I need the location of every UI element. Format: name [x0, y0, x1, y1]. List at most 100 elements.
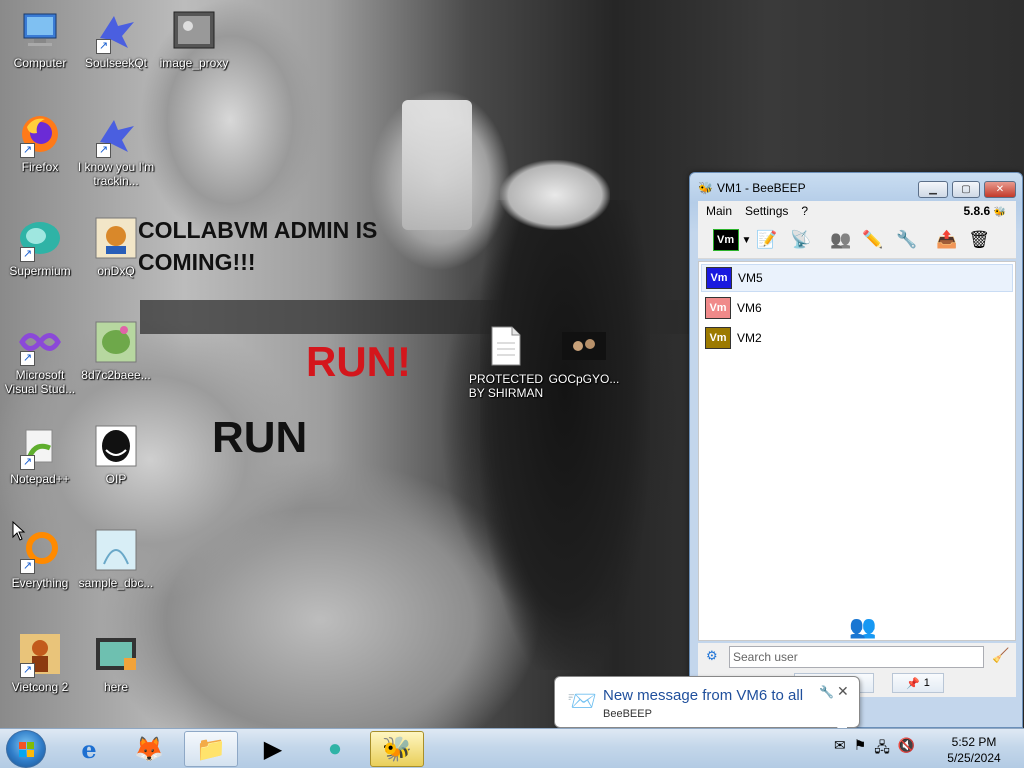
user-name: VM5 [738, 271, 763, 285]
user-row-vm5[interactable]: Vm VM5 [701, 264, 1013, 292]
network-icon[interactable]: 🖧 [874, 737, 890, 761]
image-thumbnail-icon [92, 318, 140, 366]
trash-icon: 🗑 [968, 230, 990, 249]
taskbar-beebeep[interactable]: 🐝 [370, 731, 424, 767]
shortcut-arrow-icon: ↗ [20, 559, 35, 574]
video-file-icon [92, 630, 140, 678]
taskbar-supermium[interactable]: ● [308, 731, 362, 767]
taskbar: e 🦊 📁 ▶ ● 🐝 ✉ ⚑ 🖧 🔇 5:52 PM 5/25/2024 [0, 728, 1024, 768]
taskbar-media-player[interactable]: ▶ [246, 731, 300, 767]
beebeep-tray-icon[interactable]: ✉ [834, 737, 846, 761]
search-bar: ⚙ 🧹 [698, 643, 1016, 671]
desktop-icon-i-know-you[interactable]: ↗ I know you I'm trackin... [76, 110, 156, 188]
edit-profile-button[interactable]: 📝 [754, 228, 780, 252]
desktop-icon-label: Microsoft Visual Stud... [4, 368, 76, 396]
desktop-icon-soulseekqt[interactable]: ↗ SoulseekQt [76, 6, 156, 70]
tools-button[interactable]: 🔧 [894, 228, 920, 252]
desktop-icon-label: 8d7c2baee... [81, 368, 151, 382]
taskbar-firefox[interactable]: 🦊 [122, 731, 176, 767]
shortcut-arrow-icon: ↗ [20, 351, 35, 366]
tools-icon: 🔧 [896, 230, 918, 249]
desktop-icon-computer[interactable]: Computer [0, 6, 80, 70]
close-button[interactable]: ✕ [984, 181, 1016, 198]
menu-settings[interactable]: Settings [745, 204, 788, 218]
notification-settings-icon[interactable]: 🔧 [819, 685, 834, 699]
group-button[interactable]: 👥 [828, 228, 854, 252]
wallpaper-figure [480, 200, 650, 670]
desktop-icon-label: GOCpGYO... [548, 372, 620, 386]
image-thumbnail-icon [92, 214, 140, 262]
desktop-icon-label: onDxQ [97, 264, 135, 278]
write-message-button[interactable]: ✏️ [860, 228, 886, 252]
wallpaper-text-run-black: RUN [212, 413, 308, 462]
desktop-icon-notepadpp[interactable]: ↗ Notepad++ [0, 422, 80, 486]
menu-bar: Main Settings ? 5.8.6 🐝 [698, 201, 1016, 221]
shortcut-arrow-icon: ↗ [20, 455, 35, 470]
desktop-icon-ondxq[interactable]: onDxQ [76, 214, 156, 278]
beebeep-window[interactable]: 🐝 VM1 - BeeBEEP ▁ ▢ ✕ Main Settings ? 5.8… [689, 172, 1023, 728]
bee-icon: 🐝 [382, 735, 412, 763]
shortcut-arrow-icon: ↗ [20, 143, 35, 158]
notepadpp-icon: ↗ [16, 422, 64, 470]
vietcong-icon: ↗ [16, 630, 64, 678]
desktop-icon-sample-dbc[interactable]: sample_dbc... [76, 526, 156, 590]
maximize-button[interactable]: ▢ [952, 181, 980, 198]
folder-icon: 📁 [196, 735, 226, 763]
user-row-vm2[interactable]: Vm VM2 [701, 324, 1013, 352]
computer-icon [16, 6, 64, 54]
taskbar-clock[interactable]: 5:52 PM 5/25/2024 [936, 734, 1012, 766]
desktop-icon-protected-by-shirman[interactable]: PROTECTED BY SHIRMAN [466, 322, 546, 400]
user-name: VM6 [737, 301, 762, 315]
version-text: 5.8.6 [963, 204, 991, 218]
shortcut-arrow-icon: ↗ [20, 663, 35, 678]
pencil-icon: ✏️ [862, 230, 884, 249]
network-button[interactable]: 📡 [788, 228, 814, 252]
desktop-icon-label: Supermium [9, 264, 71, 278]
share-icon: 📤 [936, 230, 958, 249]
chevron-down-icon: ▼ [741, 234, 752, 246]
media-player-icon: ▶ [263, 735, 283, 763]
minimize-button[interactable]: ▁ [918, 181, 948, 198]
desktop-icon-supermium[interactable]: ↗ Supermium [0, 214, 80, 278]
user-row-vm6[interactable]: Vm VM6 [701, 294, 1013, 322]
notification-message: New message from VM6 to all [603, 687, 804, 704]
envelope-icon: 📨 [567, 688, 597, 715]
settings-gear-icon[interactable]: ⚙ [706, 648, 718, 664]
search-user-input[interactable] [729, 646, 984, 668]
desktop-icon-image-proxy[interactable]: image_proxy [154, 6, 234, 70]
desktop-icon-firefox[interactable]: ↗ Firefox [0, 110, 80, 174]
status-badge: Vm [712, 229, 739, 251]
start-button[interactable] [6, 730, 46, 768]
clear-search-broom-icon[interactable]: 🧹 [992, 647, 1009, 664]
volume-muted-icon[interactable]: 🔇 [898, 737, 915, 761]
desktop-icon-8d7c2baee[interactable]: 8d7c2baee... [76, 318, 156, 382]
status-selector-button[interactable]: Vm ▼ [712, 228, 752, 252]
desktop-icon-label: image_proxy [159, 56, 229, 70]
notification-close-icon[interactable]: ✕ [837, 683, 849, 700]
desktop-icon-oip[interactable]: OIP [76, 422, 156, 486]
desktop-icon-label: SoulseekQt [84, 56, 148, 70]
internet-explorer-icon: e [81, 734, 97, 764]
action-center-flag-icon[interactable]: ⚑ [854, 737, 867, 761]
desktop-icon-visual-studio[interactable]: ↗ Microsoft Visual Stud... [0, 318, 80, 396]
user-name: VM2 [737, 331, 762, 345]
clock-time: 5:52 PM [951, 735, 997, 749]
menu-main[interactable]: Main [706, 204, 732, 218]
firefox-icon: 🦊 [134, 735, 164, 763]
share-button[interactable]: 📤 [934, 228, 960, 252]
wallpaper-sign [402, 100, 472, 230]
taskbar-ie[interactable]: e [62, 731, 116, 767]
beebeep-app-icon: 🐝 [698, 181, 713, 195]
trash-button[interactable]: 🗑 [966, 228, 992, 252]
soulseek-bird-icon: ↗ [92, 6, 140, 54]
desktop-icon-here[interactable]: here [76, 630, 156, 694]
notification-balloon[interactable]: 📨 New message from VM6 to all BeeBEEP 🔧 … [554, 676, 860, 741]
text-file-icon [482, 322, 530, 370]
desktop-icon-label: Everything [11, 576, 69, 590]
menu-help[interactable]: ? [801, 204, 808, 218]
desktop-icon-gocpgyo[interactable]: GOCpGYO... [544, 322, 624, 386]
desktop-icon-vietcong2[interactable]: ↗ Vietcong 2 [0, 630, 80, 694]
status-tab-chats[interactable]: 📌 1 [892, 673, 944, 693]
desktop-icon-label: I know you I'm trackin... [77, 160, 155, 188]
taskbar-explorer[interactable]: 📁 [184, 731, 238, 767]
